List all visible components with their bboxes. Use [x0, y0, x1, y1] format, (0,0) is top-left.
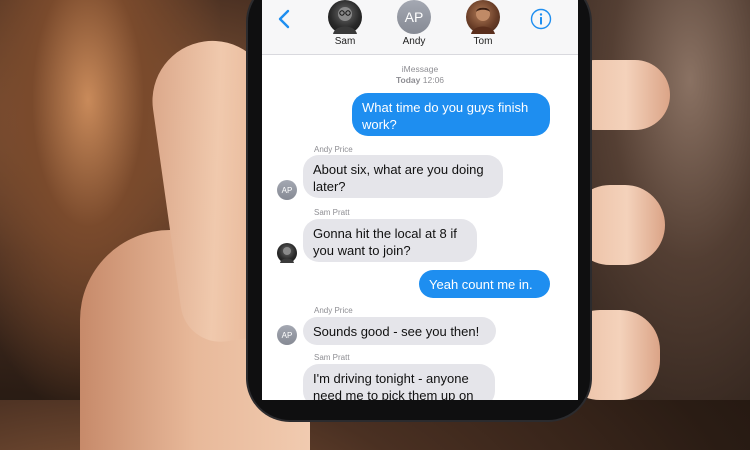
messages-screen: Sam AP Andy Tom iMessage Today 12:06 Wha… [262, 0, 578, 400]
avatar [466, 0, 500, 34]
contact-name: Sam [334, 36, 356, 47]
avatar [328, 0, 362, 34]
contact-tom[interactable]: Tom [453, 0, 513, 47]
avatar: AP [397, 0, 431, 34]
message-bubble-received[interactable]: Gonna hit the local at 8 if you want to … [303, 219, 477, 262]
message-line: Sounds good - see you then! [313, 324, 480, 339]
timestamp-day: Today [395, 75, 421, 85]
message-bubble-sent[interactable]: Yeah count me in. [419, 270, 550, 298]
person-photo-icon [471, 7, 495, 34]
sender-avatar: AP [277, 325, 297, 345]
sender-name: Sam Pratt [314, 208, 350, 217]
contact-andy[interactable]: AP Andy [384, 0, 444, 47]
sender-avatar [277, 243, 297, 263]
contact-name: Tom [473, 36, 493, 47]
sender-name: Sam Pratt [314, 353, 350, 362]
timestamp-time: 12:06 [422, 75, 445, 85]
message-line: you want to join? [313, 243, 411, 258]
message-line: Yeah count me in. [429, 277, 533, 292]
message-line: Gonna hit the local at 8 if [313, 226, 457, 241]
message-bubble-received[interactable]: I'm driving tonight - anyone need me to … [303, 364, 495, 400]
sender-name: Andy Price [314, 145, 353, 154]
message-line: later? [313, 179, 346, 194]
info-icon[interactable] [530, 8, 552, 30]
message-bubble-received[interactable]: Sounds good - see you then! [303, 317, 496, 345]
service-label: iMessage [401, 64, 439, 74]
conversation-header: Sam AP Andy Tom [262, 0, 578, 55]
thread-meta: iMessage Today 12:06 [262, 64, 578, 86]
contact-sam[interactable]: Sam [315, 0, 375, 47]
message-line: work? [362, 117, 397, 132]
timestamp: Today 12:06 [262, 75, 578, 86]
sender-avatar: AP [277, 180, 297, 200]
message-line: I'm driving tonight - anyone [313, 371, 469, 386]
person-photo-icon [280, 247, 294, 263]
message-line: About six, what are you doing [313, 162, 484, 177]
sender-name: Andy Price [314, 306, 353, 315]
message-bubble-received[interactable]: About six, what are you doing later? [303, 155, 503, 198]
person-photo-icon [333, 7, 357, 34]
contact-name: Andy [402, 36, 426, 47]
message-line: What time do you guys finish [362, 100, 529, 115]
back-chevron-icon[interactable] [274, 8, 296, 30]
message-line: need me to pick them up on [313, 388, 474, 400]
message-bubble-sent[interactable]: What time do you guys finish work? [352, 93, 550, 136]
